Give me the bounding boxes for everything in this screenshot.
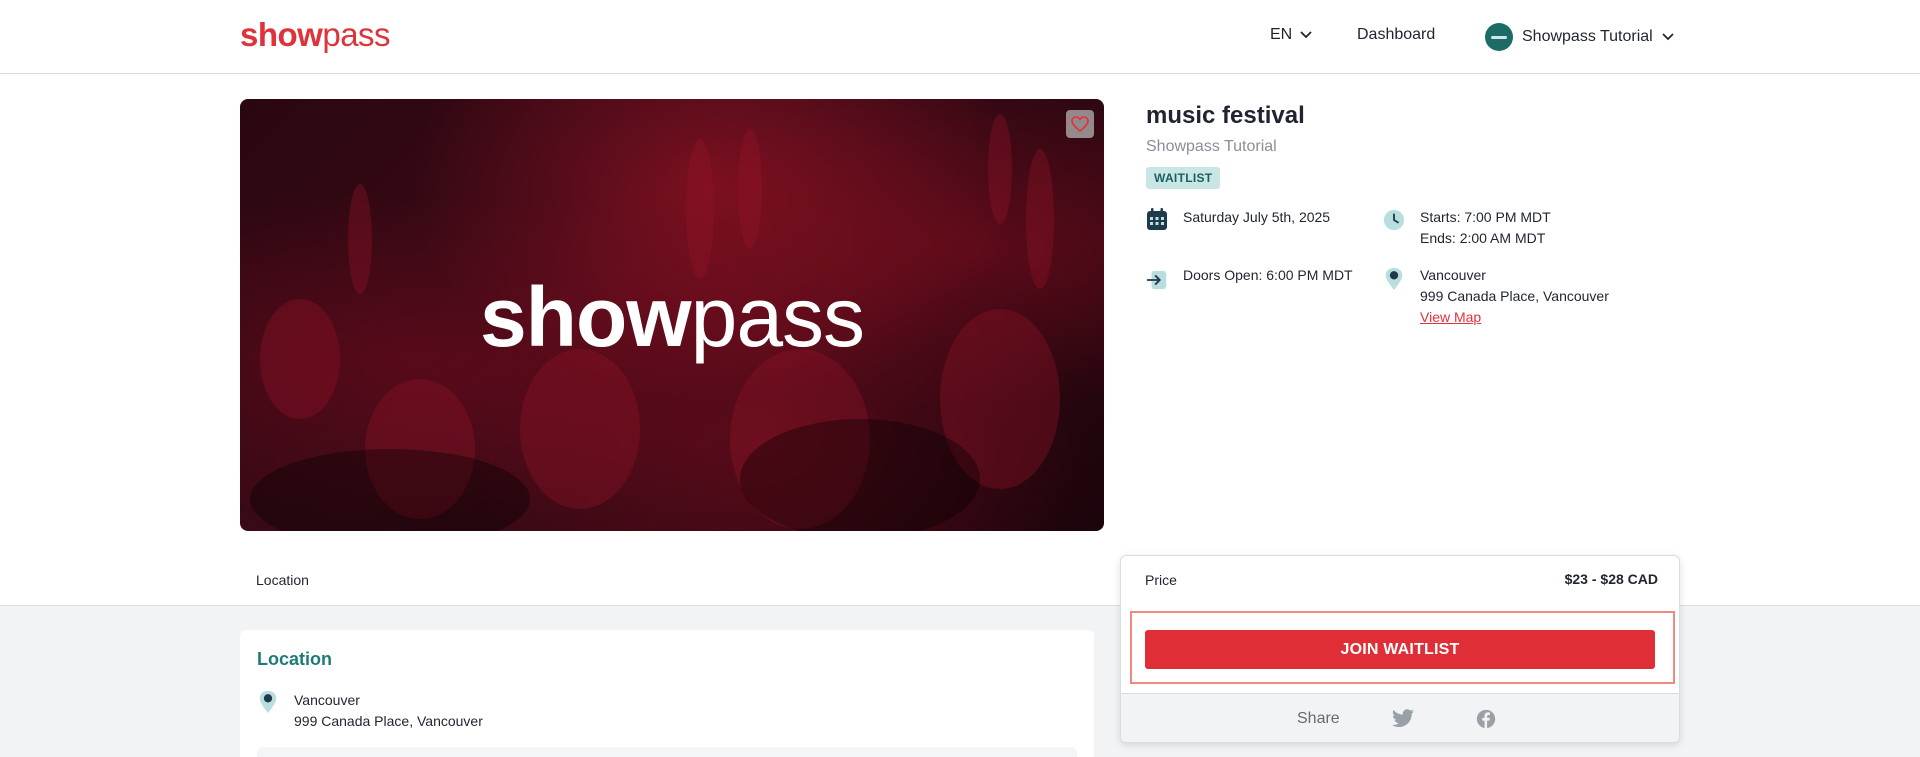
facebook-icon[interactable] bbox=[1474, 708, 1498, 730]
location-details: Vancouver 999 Canada Place, Vancouver bbox=[294, 690, 483, 732]
price-value: $23 - $28 CAD bbox=[1564, 571, 1658, 587]
calendar-icon bbox=[1147, 208, 1167, 230]
favorite-button[interactable] bbox=[1066, 110, 1094, 138]
location-address: 999 Canada Place, Vancouver bbox=[294, 713, 483, 729]
twitter-icon[interactable] bbox=[1391, 708, 1415, 730]
join-waitlist-button[interactable]: JOIN WAITLIST bbox=[1145, 630, 1655, 669]
event-banner-image: showpass bbox=[240, 99, 1104, 531]
language-label: EN bbox=[1270, 26, 1293, 43]
hero-logo-text: showpass bbox=[479, 270, 865, 364]
venue-name: Vancouver bbox=[1420, 267, 1486, 283]
dashboard-link[interactable]: Dashboard bbox=[1357, 26, 1435, 44]
venue-address: 999 Canada Place, Vancouver bbox=[1420, 288, 1609, 304]
doors-open: Doors Open: 6:00 PM MDT bbox=[1183, 267, 1353, 283]
map-container bbox=[257, 747, 1077, 757]
start-time: Starts: 7:00 PM MDT bbox=[1420, 209, 1551, 225]
price-label: Price bbox=[1145, 572, 1177, 588]
arrow-right-icon bbox=[1146, 270, 1167, 290]
event-times: Starts: 7:00 PM MDT Ends: 2:00 AM MDT bbox=[1420, 207, 1551, 249]
status-badge: WAITLIST bbox=[1146, 167, 1221, 189]
avatar bbox=[1485, 23, 1513, 51]
chevron-down-icon bbox=[1300, 31, 1312, 39]
end-time: Ends: 2:00 AM MDT bbox=[1420, 230, 1546, 246]
share-label: Share bbox=[1297, 710, 1340, 727]
event-title: music festival bbox=[1146, 102, 1305, 129]
user-name: Showpass Tutorial bbox=[1522, 28, 1653, 45]
map-pin-icon bbox=[1385, 267, 1403, 291]
chevron-down-icon bbox=[1662, 33, 1674, 41]
event-organizer[interactable]: Showpass Tutorial bbox=[1146, 138, 1277, 156]
user-menu[interactable]: Showpass Tutorial bbox=[1485, 23, 1674, 51]
showpass-logo[interactable]: showpass bbox=[240, 16, 391, 54]
location-heading: Location bbox=[257, 649, 332, 669]
clock-icon bbox=[1383, 209, 1405, 231]
event-date: Saturday July 5th, 2025 bbox=[1183, 209, 1331, 225]
view-map-link[interactable]: View Map bbox=[1420, 307, 1609, 328]
map-pin-icon bbox=[259, 690, 277, 714]
heart-icon bbox=[1071, 116, 1089, 132]
location-venue: Vancouver bbox=[294, 692, 360, 708]
language-selector[interactable]: EN bbox=[1270, 26, 1312, 44]
event-location: Vancouver 999 Canada Place, Vancouver Vi… bbox=[1420, 265, 1609, 328]
tab-location[interactable]: Location bbox=[256, 572, 309, 588]
